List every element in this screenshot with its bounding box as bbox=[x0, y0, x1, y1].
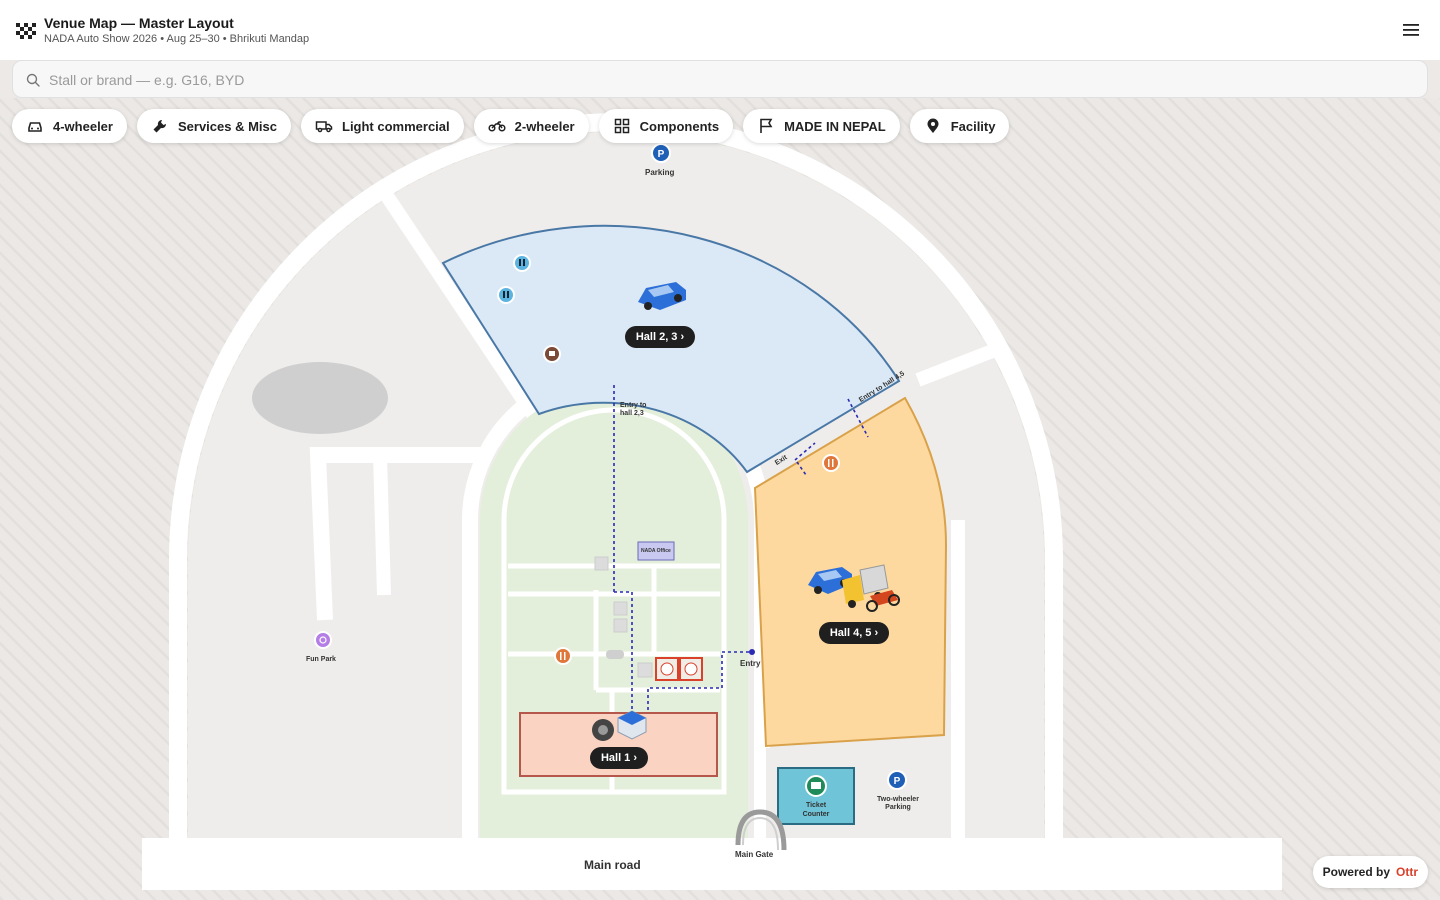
restroom-icon[interactable] bbox=[513, 254, 531, 272]
chip-services-misc[interactable]: Services & Misc bbox=[136, 109, 291, 143]
chip-label: 4-wheeler bbox=[53, 118, 113, 134]
venue-map-canvas: P P bbox=[0, 98, 1440, 900]
chip-label: Light commercial bbox=[342, 118, 450, 134]
restroom-icon[interactable] bbox=[497, 286, 515, 304]
chip-facility[interactable]: Facility bbox=[909, 109, 1010, 143]
wrench-icon bbox=[153, 119, 166, 133]
main-road bbox=[142, 838, 1282, 890]
venue-map[interactable]: P P Parking Hall 2, 3 › Hall 4, 5 › Hall… bbox=[0, 98, 1440, 900]
brand-name: Ottr bbox=[1396, 865, 1418, 879]
ticket-counter-label: Ticket Counter bbox=[802, 802, 830, 818]
entry-label: Entry bbox=[740, 659, 761, 668]
main-gate-label: Main Gate bbox=[735, 850, 774, 859]
location-pin-icon bbox=[927, 118, 939, 133]
chip-2-wheeler[interactable]: 2-wheeler bbox=[473, 109, 589, 143]
parking-label: Parking bbox=[645, 168, 675, 177]
truck-icon bbox=[315, 121, 333, 133]
search-input[interactable] bbox=[49, 68, 1409, 92]
fun-park-icon[interactable] bbox=[314, 631, 332, 649]
category-filter-bar: 4-wheeler Services & Misc Light commerci… bbox=[12, 109, 1010, 143]
cafe-icon[interactable] bbox=[543, 345, 561, 363]
parking-letter: P bbox=[894, 776, 901, 787]
nada-office-label: NADA Office bbox=[641, 548, 671, 554]
main-road-label: Main road bbox=[584, 858, 641, 872]
chip-label: Services & Misc bbox=[177, 118, 277, 134]
chip-label: MADE IN NEPAL bbox=[784, 118, 886, 134]
fun-park-label: Fun Park bbox=[306, 656, 336, 663]
motorbike-icon bbox=[488, 121, 506, 132]
chip-4-wheeler[interactable]: 4-wheeler bbox=[12, 109, 127, 143]
page-subtitle: NADA Auto Show 2026 • Aug 25–30 • Bhriku… bbox=[44, 33, 310, 45]
restaurant-icon[interactable] bbox=[822, 454, 840, 472]
chip-light-commercial[interactable]: Light commercial bbox=[301, 109, 464, 143]
entry-hall-2-3-label: Entry to hall 2,3 bbox=[620, 402, 647, 417]
chip-label: Components bbox=[639, 118, 720, 134]
flag-icon bbox=[760, 118, 773, 133]
hall-2-3-pill[interactable]: Hall 2, 3 › bbox=[625, 326, 695, 348]
hall-1-pill[interactable]: Hall 1 › bbox=[590, 747, 648, 769]
two-wheeler-parking-label: Two-wheeler Parking bbox=[877, 796, 919, 811]
app-header: Venue Map — Master Layout NADA Auto Show… bbox=[0, 0, 1440, 60]
parking-letter: P bbox=[658, 149, 665, 160]
search-icon bbox=[26, 73, 40, 87]
powered-by-text: Powered by bbox=[1322, 865, 1390, 879]
search-bar bbox=[12, 60, 1428, 98]
chip-made-in-nepal[interactable]: MADE IN NEPAL bbox=[743, 109, 900, 143]
powered-by-badge[interactable]: Powered by Ottr bbox=[1312, 856, 1428, 888]
pond-area bbox=[252, 362, 388, 434]
page-title: Venue Map — Master Layout bbox=[44, 15, 234, 31]
hamburger-menu-icon[interactable] bbox=[1402, 22, 1420, 38]
restaurant-icon[interactable] bbox=[554, 647, 572, 665]
hall-4-5-label: Hall 4, 5 bbox=[829, 627, 872, 639]
checkered-flag-icon bbox=[16, 23, 36, 39]
grid-icon bbox=[614, 118, 629, 134]
tyre-illustration bbox=[592, 719, 614, 741]
chip-label: Facility bbox=[950, 118, 996, 134]
hall-2-3-label: Hall 2, 3 bbox=[635, 331, 678, 343]
hall-1-label: Hall 1 bbox=[600, 752, 631, 764]
chip-label: 2-wheeler bbox=[514, 118, 575, 134]
hall-4-5-pill[interactable]: Hall 4, 5 › bbox=[819, 622, 889, 644]
car-icon bbox=[28, 122, 42, 132]
chip-components[interactable]: Components bbox=[598, 109, 734, 143]
